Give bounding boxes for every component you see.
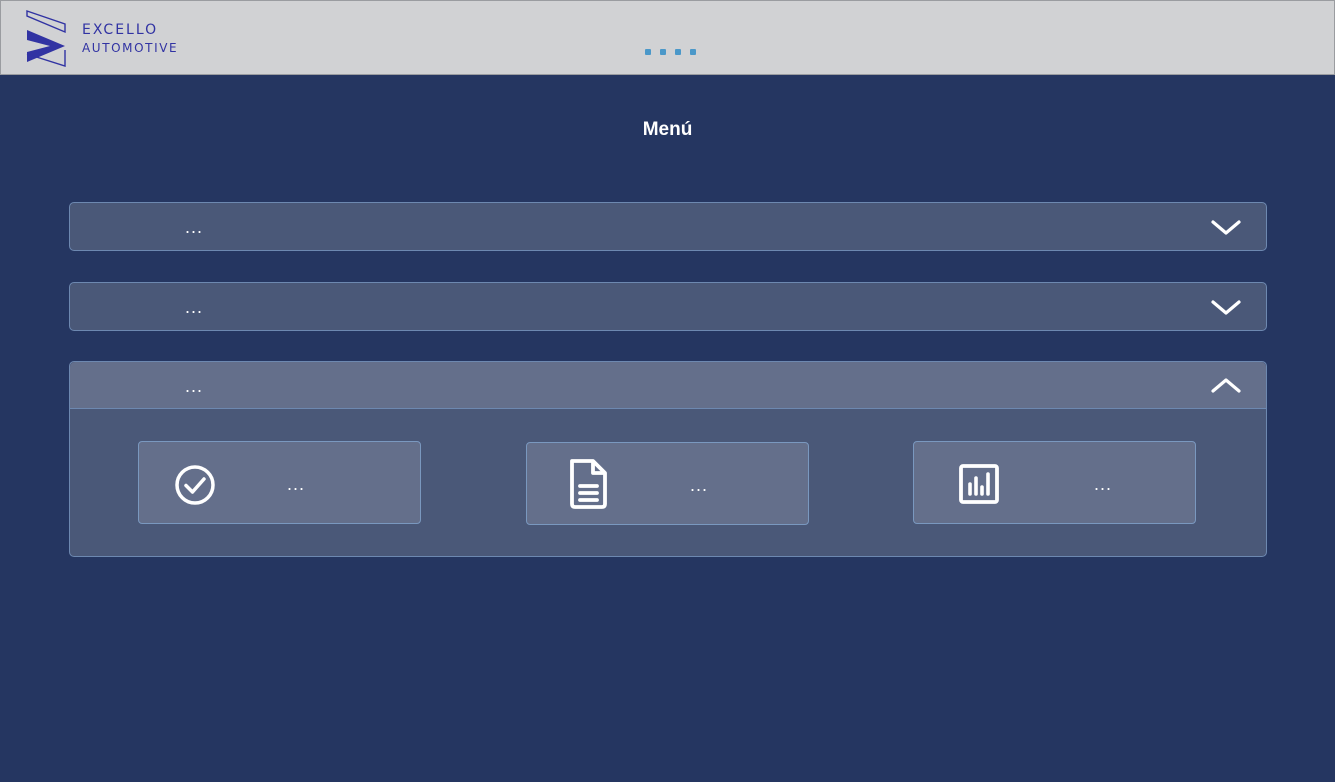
brand-name: EXCELLO AUTOMOTIVE — [82, 21, 178, 57]
excello-logo-icon — [26, 10, 66, 67]
brand-line-2: AUTOMOTIVE — [82, 41, 179, 55]
bar-chart-icon — [959, 464, 999, 504]
check-circle-icon — [175, 465, 215, 505]
page-title: Menú — [642, 119, 693, 140]
menu-card-label: ... — [287, 474, 306, 494]
chevron-up-icon — [1211, 378, 1241, 393]
accordion-label: ... — [185, 376, 204, 396]
accordion-section-1: ... — [69, 202, 1267, 251]
chevron-down-icon — [1211, 220, 1241, 235]
menu-card-2[interactable]: ... — [526, 442, 809, 525]
brand-line-1: EXCELLO — [82, 22, 159, 38]
accordion-label: ... — [185, 217, 204, 237]
indicator-dot — [645, 49, 651, 55]
brand-logo[interactable]: EXCELLO AUTOMOTIVE — [26, 10, 178, 68]
menu-card-label: ... — [690, 475, 709, 495]
indicator-dot — [690, 49, 696, 55]
indicator-dot — [660, 49, 666, 55]
accordion-header-2[interactable]: ... — [70, 283, 1266, 330]
menu-card-label: ... — [1094, 474, 1113, 494]
top-bar: EXCELLO AUTOMOTIVE — [0, 0, 1335, 75]
indicator-dot — [675, 49, 681, 55]
accordion-section-2: ... — [69, 282, 1267, 331]
accordion-section-3: ... ... ... ... — [69, 361, 1267, 557]
accordion-header-1[interactable]: ... — [70, 203, 1266, 250]
document-icon — [570, 459, 607, 509]
accordion-label: ... — [185, 297, 204, 317]
menu-card-1[interactable]: ... — [138, 441, 421, 524]
chevron-down-icon — [1211, 300, 1241, 315]
accordion-body: ... ... ... — [70, 409, 1266, 556]
loading-indicator — [645, 49, 696, 55]
accordion-header-3[interactable]: ... — [70, 362, 1266, 409]
menu-card-3[interactable]: ... — [913, 441, 1196, 524]
